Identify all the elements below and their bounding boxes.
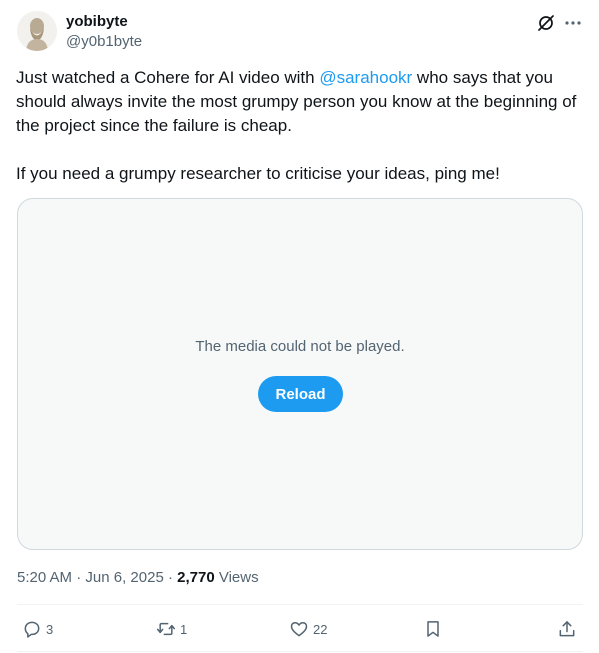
mention-link[interactable]: @sarahookr xyxy=(319,68,412,87)
tweet-date[interactable]: Jun 6, 2025 xyxy=(85,569,163,586)
tweet-meta: 5:20 AM · Jun 6, 2025 · 2,770 Views xyxy=(17,569,259,586)
repost-count: 1 xyxy=(180,621,188,637)
reload-button[interactable]: Reload xyxy=(258,376,343,412)
media-error-message: The media could not be played. xyxy=(195,338,405,355)
separator: · xyxy=(76,569,86,586)
tweet-text-segment: Just watched a Cohere for AI video with xyxy=(16,68,320,87)
reply-icon xyxy=(24,621,40,638)
tweet-paragraph: If you need a grumpy researcher to criti… xyxy=(16,164,500,183)
share-icon xyxy=(559,621,575,637)
tweet-paragraph: Just watched a Cohere for AI video with … xyxy=(16,66,582,138)
views-count: 2,770 xyxy=(177,569,215,586)
tweet-time[interactable]: 5:20 AM xyxy=(17,569,72,586)
separator: · xyxy=(167,569,178,586)
media-player[interactable]: The media could not be played. Reload xyxy=(17,198,583,550)
heart-icon xyxy=(290,622,308,637)
views-label: Views xyxy=(218,569,259,586)
more-options-icon[interactable] xyxy=(563,13,583,33)
divider xyxy=(17,651,583,652)
grok-icon[interactable] xyxy=(536,13,556,33)
statue-bust-icon xyxy=(17,11,57,51)
author-name[interactable]: yobibyte xyxy=(66,13,128,30)
reply-count: 3 xyxy=(46,621,54,637)
tweet-text: Just watched a Cohere for AI video with … xyxy=(16,66,582,186)
avatar[interactable] xyxy=(17,11,57,51)
author-handle[interactable]: @y0b1byte xyxy=(66,33,142,50)
divider xyxy=(17,604,583,605)
share-button[interactable] xyxy=(557,619,577,639)
bookmark-icon xyxy=(427,621,439,637)
repost-icon xyxy=(156,622,176,636)
like-count: 22 xyxy=(313,621,328,637)
reply-button[interactable]: 3 xyxy=(22,619,53,639)
like-button[interactable]: 22 xyxy=(289,619,327,639)
bookmark-button[interactable] xyxy=(423,619,443,639)
repost-button[interactable]: 1 xyxy=(156,619,187,639)
